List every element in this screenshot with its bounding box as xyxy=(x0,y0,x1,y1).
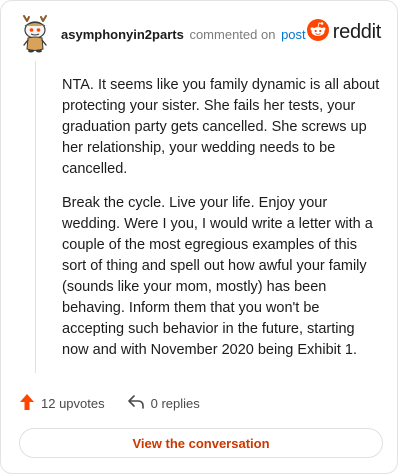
comment-header: asymphonyin2parts commented on post redd… xyxy=(19,15,381,55)
reddit-logo[interactable]: reddit xyxy=(306,19,382,46)
upvote-arrow-icon xyxy=(19,393,41,414)
upvotes-button[interactable]: 12 upvotes xyxy=(19,393,105,414)
reddit-alien-icon xyxy=(306,19,329,46)
comment-paragraph: NTA. It seems like you family dynamic is… xyxy=(62,77,380,177)
comment-actions: 12 upvotes 0 replies xyxy=(19,393,222,414)
replies-count: 0 replies xyxy=(150,396,200,411)
comment-body: NTA. It seems like you family dynamic is… xyxy=(62,75,380,374)
username-link[interactable]: asymphonyin2parts xyxy=(61,27,184,42)
header-attribution: asymphonyin2parts commented on post xyxy=(61,27,306,42)
commented-on-text: commented on xyxy=(189,26,276,42)
upvotes-count: 12 upvotes xyxy=(41,396,105,411)
snoo-avatar-icon[interactable] xyxy=(19,15,51,55)
view-conversation-button[interactable]: View the conversation xyxy=(19,428,383,458)
reddit-comment-embed-card: asymphonyin2parts commented on post redd… xyxy=(0,0,398,474)
post-link[interactable]: post xyxy=(281,27,306,42)
comment-paragraph: Break the cycle. Live your life. Enjoy y… xyxy=(62,195,373,358)
reddit-wordmark: reddit xyxy=(332,21,382,43)
reply-arrow-icon xyxy=(127,394,151,413)
replies-button[interactable]: 0 replies xyxy=(127,394,200,413)
thread-line xyxy=(35,61,36,373)
